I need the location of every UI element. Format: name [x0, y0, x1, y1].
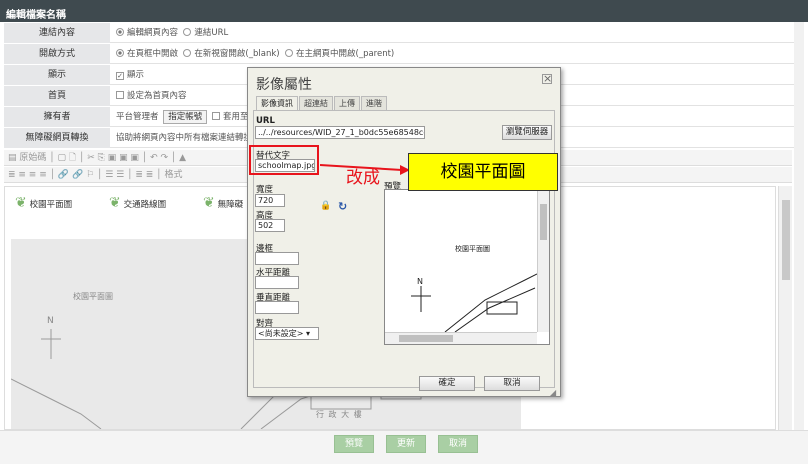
dialog-title: 影像屬性 [256, 77, 312, 93]
tab-hyperlink[interactable]: 超連結 [299, 96, 333, 110]
lock-ratio-icon[interactable]: 🔒 [320, 201, 331, 211]
homepage-checkbox[interactable] [116, 91, 124, 99]
accessibility-text: 協助將網頁內容中所有檔案連結轉換 [116, 133, 253, 143]
preview-vscroll[interactable] [537, 190, 549, 332]
radio-edit-content[interactable] [116, 28, 124, 36]
align-value: <尚未設定> [258, 329, 304, 338]
link-label: 無障礙 [217, 200, 244, 210]
leaf-icon: ❦ [15, 195, 27, 211]
row-label: 首頁 [4, 86, 110, 106]
owner-name: 平台管理者 [116, 112, 159, 122]
row-label: 顯示 [4, 65, 110, 85]
preview-map-title: 校園平面圖 [455, 245, 490, 253]
target-value-label: 校園平面圖 [408, 153, 558, 191]
map-caption: 校園平面圖 [73, 292, 113, 301]
link-label: 校園平面圖 [29, 200, 73, 210]
row-label: 擁有者 [4, 107, 110, 127]
width-input[interactable]: 720 [255, 194, 285, 207]
preview-button[interactable]: 預覽 [334, 435, 374, 453]
url-input[interactable]: ../../resources/WID_27_1_b0dc55e68548cd1 [255, 126, 425, 139]
checkbox-label: 套用至 [222, 112, 249, 122]
checkbox-label: 顯示 [127, 70, 145, 80]
url-label: URL [256, 116, 275, 126]
tab-image-info[interactable]: 影像資訊 [256, 96, 298, 110]
map-road-label: 行 政 大 樓 [316, 410, 363, 419]
preview-map-drawing: N [411, 273, 537, 332]
dialog-cancel-button[interactable]: 取消 [484, 376, 540, 391]
editor-link-item[interactable]: ❦ 無障礙 [203, 195, 243, 211]
update-button[interactable]: 更新 [386, 435, 426, 453]
editor-scrollbar[interactable] [778, 186, 792, 430]
apply-checkbox[interactable] [211, 112, 220, 120]
page-title: 編輯檔案名稱 [0, 0, 808, 22]
assign-account-button[interactable]: 指定帳號 [163, 110, 208, 124]
dialog-tabs: 影像資訊 超連結 上傳 進階 [256, 96, 388, 110]
cancel-button[interactable]: 取消 [438, 435, 478, 453]
browse-server-button[interactable]: 瀏覽伺服器 [502, 125, 552, 140]
image-preview: 校園平面圖 N [384, 189, 550, 345]
row-label: 連結內容 [4, 23, 110, 43]
reset-size-icon[interactable]: ↻ [338, 200, 347, 213]
hspace-input[interactable] [255, 276, 299, 289]
change-to-text: 改成 [346, 168, 380, 188]
tab-upload[interactable]: 上傳 [334, 96, 360, 110]
ok-button[interactable]: 確定 [419, 376, 475, 391]
link-label: 交通路線圖 [123, 200, 167, 210]
radio-parent[interactable] [285, 49, 293, 57]
align-select[interactable]: <尚未設定> ▾ [255, 327, 319, 340]
row-label: 開啟方式 [4, 44, 110, 64]
radio-label: 連結URL [194, 28, 229, 38]
editor-link-item[interactable]: ❦ 交通路線圖 [109, 195, 166, 211]
radio-label: 在新視窗開啟(_blank) [194, 49, 280, 59]
close-icon[interactable]: × [542, 73, 552, 84]
display-checkbox[interactable]: ✓ [116, 72, 124, 80]
leaf-icon: ❦ [109, 195, 121, 211]
alt-text-highlight [249, 145, 319, 175]
radio-new-window[interactable] [183, 49, 192, 57]
form-row-link-content: 連結內容 編輯網頁內容 連結URL [4, 23, 800, 43]
svg-text:N: N [47, 316, 54, 326]
radio-label: 在主網頁中開啟(_parent) [296, 49, 395, 59]
svg-text:N: N [417, 277, 423, 286]
height-input[interactable]: 502 [255, 219, 285, 232]
scroll-thumb[interactable] [782, 200, 790, 280]
form-row-open-method: 開啟方式 在頁框中開啟 在新視窗開啟(_blank) 在主網頁中開啟(_pare… [4, 44, 800, 64]
vspace-input[interactable] [255, 301, 299, 314]
checkbox-label: 設定為首頁內容 [127, 91, 187, 101]
editor-link-item[interactable]: ❦ 校園平面圖 [15, 195, 72, 211]
radio-label: 在頁框中開啟 [127, 49, 179, 59]
bottom-action-bar: 預覽 更新 取消 [0, 430, 808, 464]
radio-label: 編輯網頁內容 [127, 28, 179, 38]
preview-hscroll[interactable] [385, 332, 537, 344]
resize-grip-icon[interactable]: ◢ [550, 388, 556, 397]
tab-advanced[interactable]: 進階 [361, 96, 387, 110]
radio-in-frame[interactable] [116, 49, 124, 57]
leaf-icon: ❦ [203, 195, 215, 211]
row-label: 無障礙網頁轉換 [4, 128, 110, 148]
radio-link-url[interactable] [183, 28, 192, 36]
border-input[interactable] [255, 252, 299, 265]
page-scrollbar[interactable] [794, 22, 804, 430]
